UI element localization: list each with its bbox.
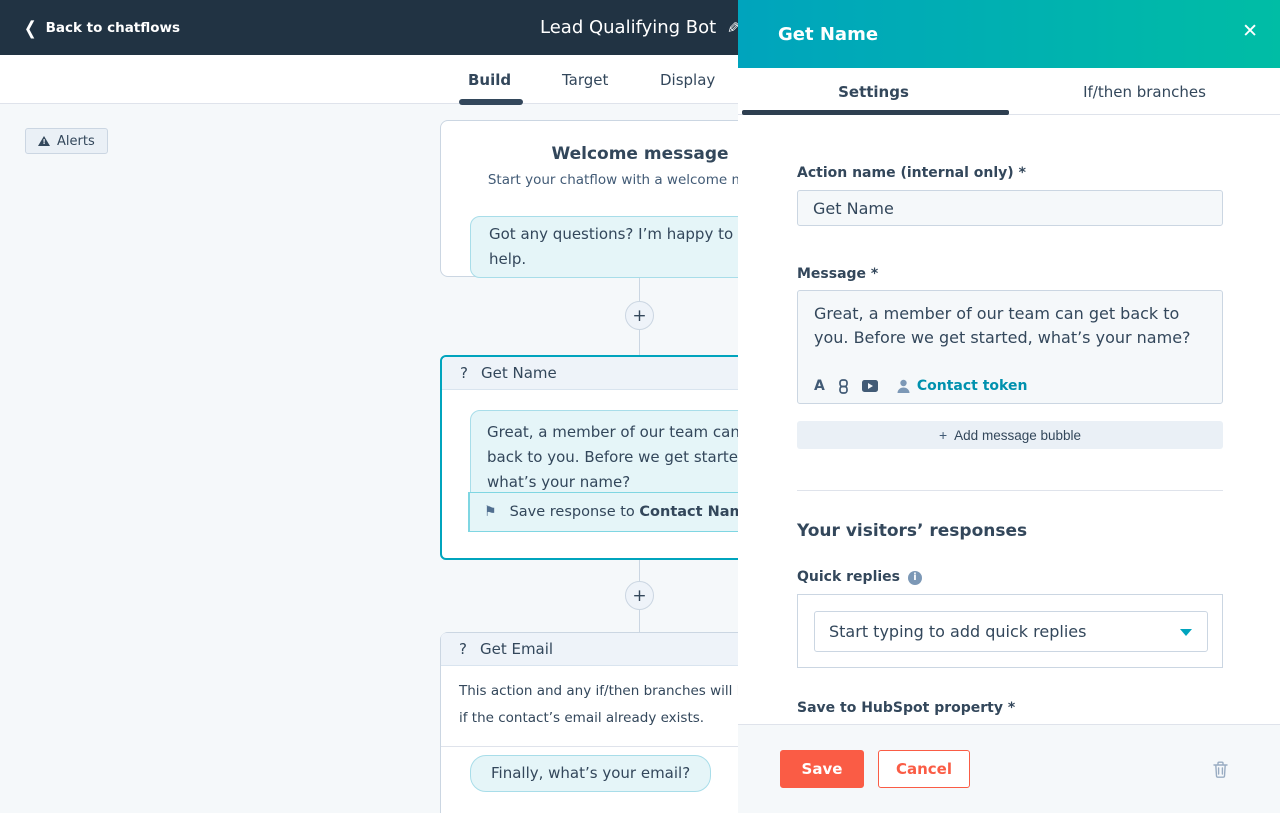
get-email-node-title: Get Email <box>480 640 553 658</box>
composer-toolbar: A Contact token <box>814 378 1027 394</box>
text-format-icon[interactable]: A <box>814 378 825 394</box>
save-button[interactable]: Save <box>780 750 864 788</box>
tab-display[interactable]: Display <box>660 55 715 104</box>
save-response-text: Save response to Contact Name <box>510 504 755 520</box>
flag-icon: ⚑ <box>484 504 497 520</box>
warning-icon <box>38 136 50 146</box>
alerts-button[interactable]: Alerts <box>25 128 108 154</box>
action-name-input[interactable] <box>797 190 1223 226</box>
add-action-button[interactable]: + <box>625 301 654 330</box>
panel-title: Get Name <box>778 24 878 45</box>
panel-header: Get Name ✕ <box>738 0 1280 68</box>
save-property-label: Save to HubSpot property * <box>797 700 1015 716</box>
quick-replies-label: Quick repliesi <box>797 569 922 585</box>
welcome-message-bubble: Got any questions? I’m happy to help. <box>470 216 762 278</box>
person-icon <box>897 379 910 393</box>
panel-tabs: Settings If/then branches <box>738 68 1280 115</box>
get-name-node-title: Get Name <box>481 364 557 382</box>
message-label: Message * <box>797 266 878 282</box>
active-tab-underline <box>459 99 523 105</box>
quick-replies-placeholder: Start typing to add quick replies <box>829 622 1086 641</box>
panel-tab-settings[interactable]: Settings <box>738 68 1009 115</box>
contact-token-label: Contact token <box>917 378 1028 394</box>
cancel-button[interactable]: Cancel <box>878 750 970 788</box>
back-label: Back to chatflows <box>46 20 180 36</box>
responses-heading: Your visitors’ responses <box>797 521 1027 541</box>
plus-icon: + <box>939 427 947 443</box>
chatflow-builder: ❮ Back to chatflows Lead Qualifying Bot … <box>0 0 1280 813</box>
action-settings-panel: Get Name ✕ Settings If/then branches Act… <box>738 0 1280 813</box>
video-icon[interactable] <box>862 380 878 392</box>
tab-target[interactable]: Target <box>562 55 608 104</box>
page-title: Lead Qualifying Bot <box>540 0 716 55</box>
section-divider <box>797 490 1223 491</box>
add-message-bubble-button[interactable]: + Add message bubble <box>797 421 1223 449</box>
panel-body: Action name (internal only) * Message * … <box>738 115 1280 724</box>
info-icon[interactable]: i <box>908 571 922 585</box>
panel-tab-ifthen-branches[interactable]: If/then branches <box>1009 68 1280 115</box>
question-icon: ? <box>460 364 468 382</box>
contact-token-button[interactable]: Contact token <box>897 378 1028 394</box>
question-icon: ? <box>459 640 467 658</box>
add-message-bubble-label: Add message bubble <box>954 428 1081 443</box>
alerts-label: Alerts <box>57 134 95 149</box>
trash-icon[interactable] <box>1213 761 1228 782</box>
quick-replies-input[interactable]: Start typing to add quick replies <box>814 611 1208 652</box>
close-icon[interactable]: ✕ <box>1242 20 1258 42</box>
back-to-chatflows-link[interactable]: ❮ Back to chatflows <box>24 0 180 55</box>
link-icon[interactable] <box>838 379 849 394</box>
panel-footer: Save Cancel <box>738 724 1280 813</box>
chevron-down-icon <box>1180 629 1192 636</box>
get-email-message-bubble: Finally, what’s your email? <box>470 755 711 792</box>
action-name-label: Action name (internal only) * <box>797 165 1026 181</box>
quick-replies-box: Start typing to add quick replies <box>797 594 1223 668</box>
tab-build[interactable]: Build <box>468 55 511 104</box>
add-action-button[interactable]: + <box>625 581 654 610</box>
message-composer[interactable]: Great, a member of our team can get back… <box>797 290 1223 404</box>
chevron-left-icon: ❮ <box>24 17 37 39</box>
message-text[interactable]: Great, a member of our team can get back… <box>798 291 1222 350</box>
